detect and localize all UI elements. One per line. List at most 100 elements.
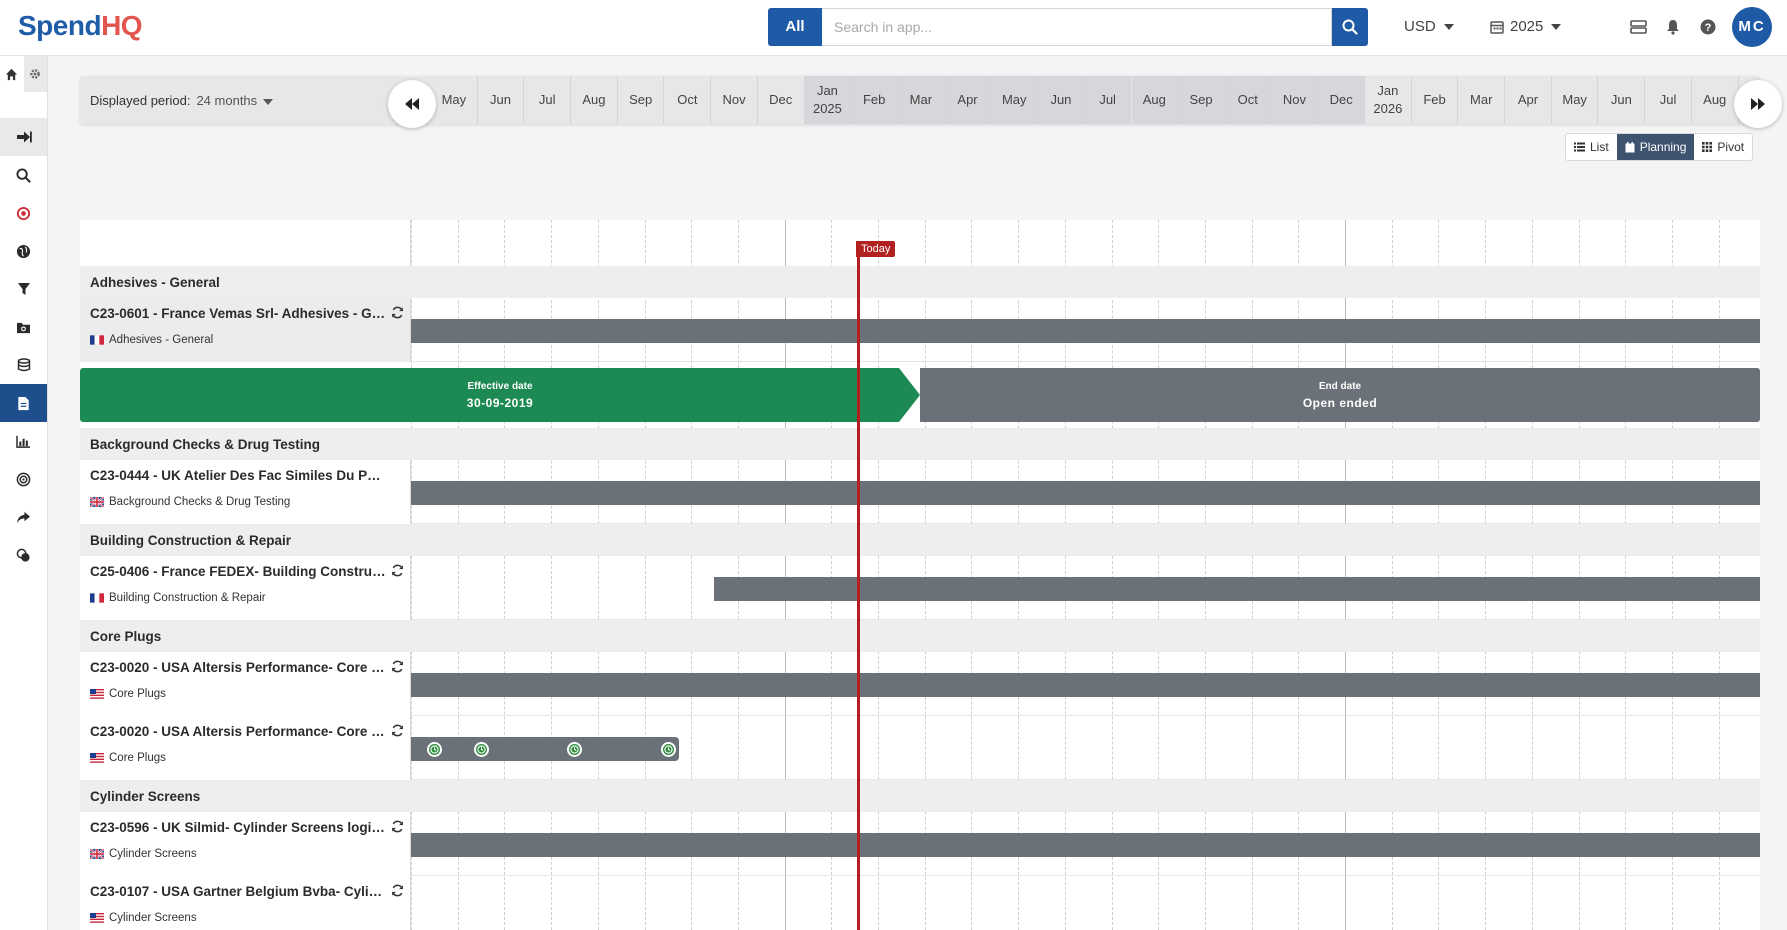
month-column-header: Nov bbox=[711, 76, 758, 124]
chevron-down-icon bbox=[263, 98, 274, 105]
contract-info-cell[interactable]: C23-0601 - France Vemas Srl- Adhesives -… bbox=[80, 298, 411, 362]
contracts-document-icon[interactable] bbox=[0, 384, 47, 422]
grid-header-blank bbox=[80, 220, 411, 266]
planning-view-button[interactable]: Planning bbox=[1616, 134, 1695, 160]
clock-milestone-icon[interactable] bbox=[661, 742, 676, 757]
displayed-period-dropdown[interactable]: Displayed period: 24 months bbox=[90, 93, 274, 108]
top-bar: SpendHQ All USD 2025 ? MC bbox=[0, 0, 1787, 56]
month-column-header: Aug bbox=[1692, 76, 1739, 124]
contract-date-detail-banner: Effective date 30-09-2019 End date Open end… bbox=[80, 368, 1760, 422]
folder-search-icon[interactable] bbox=[0, 308, 47, 346]
contract-timeline-bar[interactable] bbox=[411, 833, 1760, 857]
search-input[interactable] bbox=[822, 8, 1332, 46]
search-button[interactable] bbox=[1332, 8, 1368, 46]
clock-milestone-icon[interactable] bbox=[427, 742, 442, 757]
contract-info-cell[interactable]: C23-0444 - UK Atelier Des Fac Similes Du… bbox=[80, 460, 411, 524]
server-icon[interactable] bbox=[1628, 17, 1648, 37]
expand-sidebar-icon[interactable] bbox=[0, 118, 47, 156]
contract-row[interactable]: C23-0444 - UK Atelier Des Fac Similes Du… bbox=[80, 460, 1760, 524]
month-column-header: Aug bbox=[571, 76, 618, 124]
clock-milestone-icon[interactable] bbox=[474, 742, 489, 757]
user-avatar[interactable]: MC bbox=[1732, 7, 1772, 47]
contract-row[interactable]: C23-0020 - USA Altersis Performance- Cor… bbox=[80, 716, 1760, 780]
chevron-down-icon bbox=[1443, 24, 1454, 31]
category-row[interactable]: Cylinder Screens bbox=[80, 780, 1760, 812]
database-icon[interactable] bbox=[0, 346, 47, 384]
contract-title[interactable]: C23-0020 - USA Altersis Performance- Cor… bbox=[90, 724, 386, 739]
clock-milestone-icon[interactable] bbox=[567, 742, 582, 757]
share-arrow-icon[interactable] bbox=[0, 498, 47, 536]
contract-category-label: Building Construction & Repair bbox=[90, 592, 266, 604]
currency-dropdown[interactable]: USD bbox=[1404, 18, 1454, 35]
contract-category-label: Adhesives - General bbox=[90, 334, 213, 346]
bullseye-icon[interactable] bbox=[0, 460, 47, 498]
month-column-header: Sep bbox=[618, 76, 665, 124]
auto-renew-icon bbox=[391, 820, 404, 836]
contract-title[interactable]: C23-0020 - USA Altersis Performance- Cor… bbox=[90, 660, 386, 675]
contract-category-label: Core Plugs bbox=[90, 752, 166, 764]
contract-timeline-bar[interactable] bbox=[411, 319, 1760, 343]
search-icon[interactable] bbox=[0, 156, 47, 194]
gear-icon[interactable] bbox=[23, 56, 47, 92]
help-icon[interactable]: ? bbox=[1698, 17, 1718, 37]
contract-info-cell[interactable]: C23-0107 - USA Gartner Belgium Bvba- Cyl… bbox=[80, 876, 411, 930]
month-column-header: May bbox=[1552, 76, 1599, 124]
globe-icon[interactable] bbox=[0, 232, 47, 270]
pivot-view-button[interactable]: Pivot bbox=[1694, 134, 1752, 160]
category-row[interactable]: Adhesives - General bbox=[80, 266, 1760, 298]
contract-info-cell[interactable]: C23-0020 - USA Altersis Performance- Cor… bbox=[80, 716, 411, 780]
flag-uk-icon bbox=[89, 848, 105, 860]
month-column-header: Jan 2026 bbox=[1365, 76, 1412, 124]
contract-title[interactable]: C25-0406 - France FEDEX- Building Constr… bbox=[90, 564, 386, 579]
search-scope-all-button[interactable]: All bbox=[768, 8, 822, 46]
contract-timeline-bar[interactable] bbox=[411, 673, 1760, 697]
tags-icon[interactable] bbox=[0, 536, 47, 574]
spendhq-logo[interactable]: SpendHQ bbox=[18, 10, 143, 42]
home-icon[interactable] bbox=[0, 56, 24, 92]
month-column-header: Mar bbox=[898, 76, 945, 124]
svg-text:?: ? bbox=[1705, 22, 1712, 34]
bar-chart-icon[interactable] bbox=[0, 422, 47, 460]
contract-title[interactable]: C23-0596 - UK Silmid- Cylinder Screens l… bbox=[90, 820, 386, 835]
grid-icon bbox=[1702, 142, 1713, 152]
contract-title[interactable]: C23-0601 - France Vemas Srl- Adhesives -… bbox=[90, 306, 386, 321]
contract-row[interactable]: C23-0596 - UK Silmid- Cylinder Screens l… bbox=[80, 812, 1760, 876]
month-column-header: Apr bbox=[1505, 76, 1552, 124]
flag-uk-icon bbox=[89, 496, 105, 508]
timeline-next-button[interactable] bbox=[1734, 80, 1782, 128]
auto-renew-icon bbox=[391, 564, 404, 580]
view-toggle: List Planning Pivot bbox=[1565, 133, 1754, 161]
category-row[interactable]: Background Checks & Drug Testing bbox=[80, 428, 1760, 460]
contract-title[interactable]: C23-0444 - UK Atelier Des Fac Similes Du… bbox=[90, 468, 386, 483]
contract-title[interactable]: C23-0107 - USA Gartner Belgium Bvba- Cyl… bbox=[90, 884, 386, 899]
auto-renew-icon bbox=[391, 724, 404, 740]
analytics-target-icon[interactable] bbox=[0, 194, 47, 232]
filter-icon[interactable] bbox=[0, 270, 47, 308]
category-title: Cylinder Screens bbox=[90, 789, 201, 804]
category-row[interactable]: Building Construction & Repair bbox=[80, 524, 1760, 556]
contract-row[interactable]: C23-0107 - USA Gartner Belgium Bvba- Cyl… bbox=[80, 876, 1760, 930]
timeline-previous-button[interactable] bbox=[388, 80, 436, 128]
bell-icon[interactable] bbox=[1663, 17, 1683, 37]
today-marker-label: Today bbox=[856, 241, 896, 257]
contract-timeline-bar[interactable] bbox=[411, 737, 679, 761]
contract-info-cell[interactable]: C25-0406 - France FEDEX- Building Constr… bbox=[80, 556, 411, 620]
contract-info-cell[interactable]: C23-0596 - UK Silmid- Cylinder Screens l… bbox=[80, 812, 411, 876]
auto-renew-icon bbox=[391, 306, 404, 322]
timeline-header: Displayed period: 24 months May Jun Jul Aug S… bbox=[80, 76, 1760, 124]
category-row[interactable]: Core Plugs bbox=[80, 620, 1760, 652]
list-view-button[interactable]: List bbox=[1566, 134, 1617, 160]
month-column-header: Nov bbox=[1271, 76, 1319, 124]
left-nav-rail bbox=[0, 56, 48, 930]
contract-timeline-bar[interactable] bbox=[411, 481, 1760, 505]
category-title: Background Checks & Drug Testing bbox=[90, 437, 321, 452]
contract-row[interactable]: C25-0406 - France FEDEX- Building Constr… bbox=[80, 556, 1760, 620]
year-dropdown[interactable]: 2025 bbox=[1490, 18, 1562, 35]
search-icon bbox=[1342, 19, 1358, 35]
month-column-header: Jul bbox=[1645, 76, 1692, 124]
contract-row[interactable]: C23-0020 - USA Altersis Performance- Cor… bbox=[80, 652, 1760, 716]
contract-row[interactable]: C23-0601 - France Vemas Srl- Adhesives -… bbox=[80, 298, 1760, 362]
flag-us-icon bbox=[90, 913, 104, 923]
contract-timeline-bar[interactable] bbox=[714, 577, 1760, 601]
contract-info-cell[interactable]: C23-0020 - USA Altersis Performance- Cor… bbox=[80, 652, 411, 716]
